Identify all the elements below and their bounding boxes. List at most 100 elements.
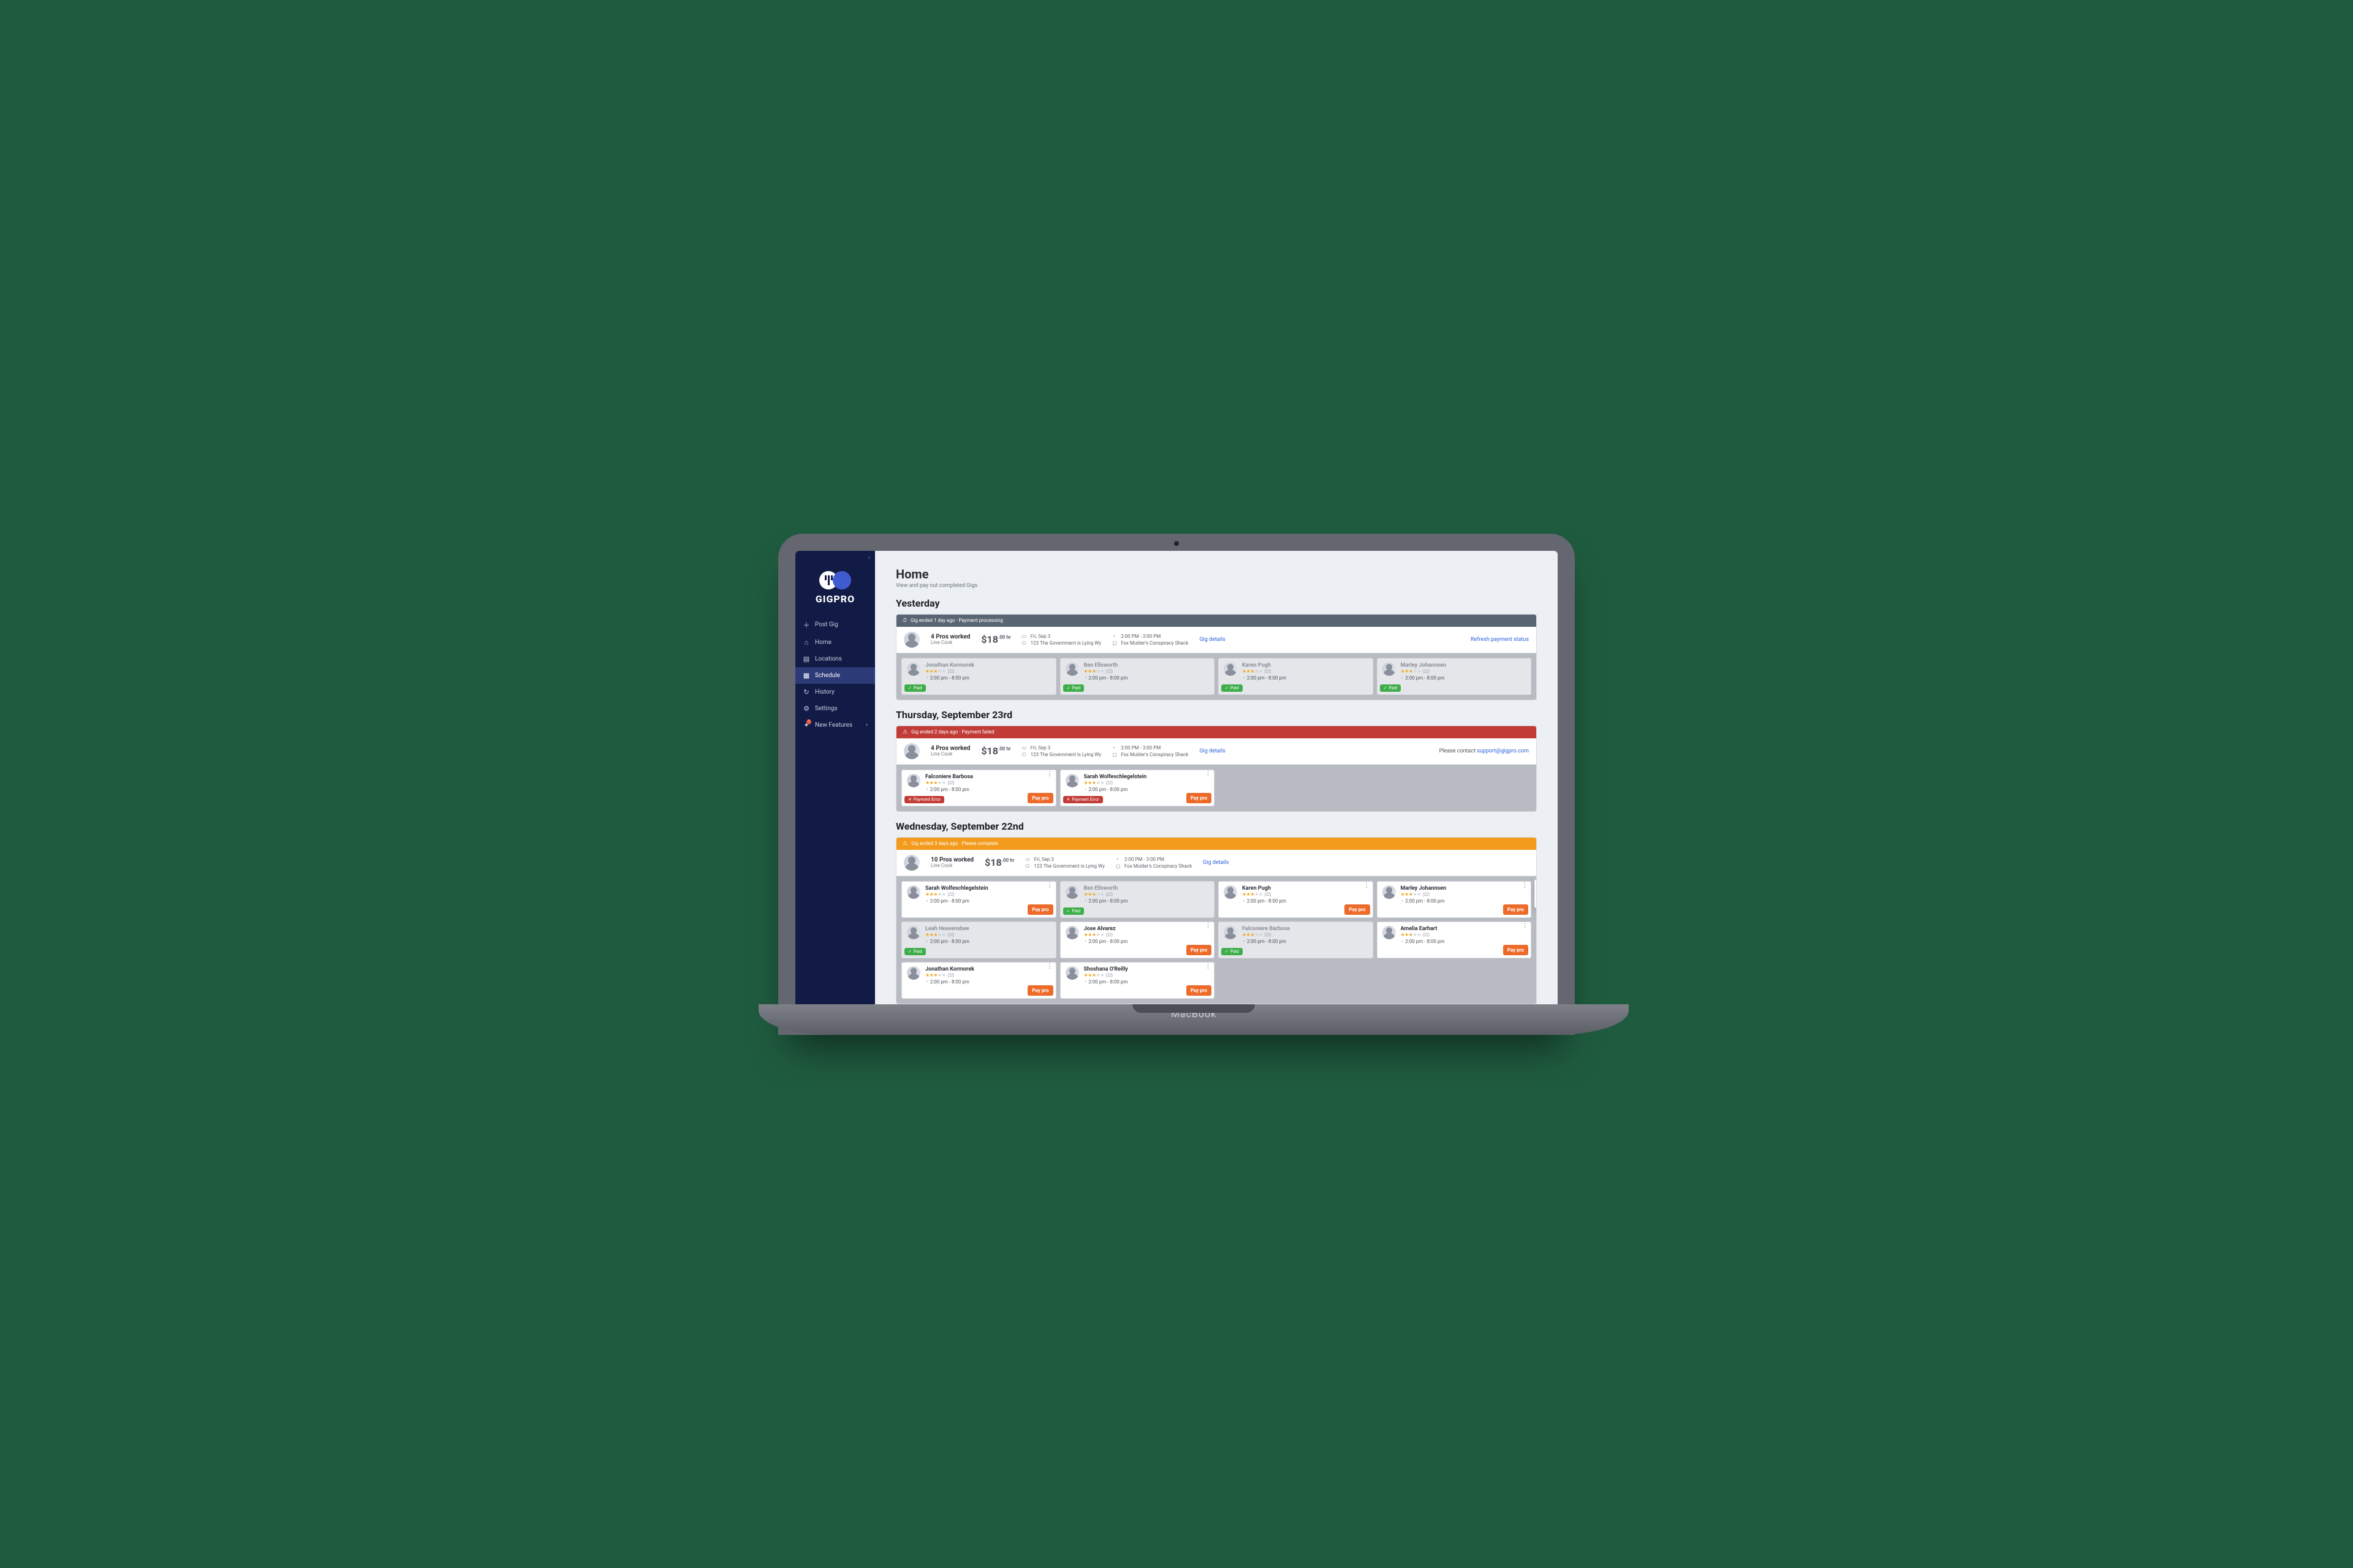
avatar	[1066, 926, 1079, 939]
rating-count: (22)	[1423, 933, 1430, 937]
rating-count: (22)	[947, 781, 954, 786]
payment-error-badge: ✕Payment Error	[904, 796, 944, 803]
nav-label: Post Gig	[815, 621, 838, 628]
avatar	[1066, 966, 1079, 980]
gig-details-link[interactable]: Gig details	[1199, 637, 1225, 643]
pro-card: Marley Johannsen ★★★★★(22) ◔2:00 pm - 8:…	[1377, 881, 1532, 918]
refresh-payment-link[interactable]: Refresh payment status	[1471, 637, 1529, 643]
banner-icon: ⏱	[903, 618, 907, 624]
rating-count: (22)	[1106, 892, 1113, 897]
kebab-menu-icon[interactable]: ⋮	[1521, 925, 1528, 927]
rating-count: (22)	[1264, 892, 1271, 897]
page-title: Home	[896, 567, 1537, 581]
pro-time: ◔2:00 pm - 8:00 pm	[1084, 787, 1211, 792]
pay-pro-button[interactable]: Pay pro	[1186, 793, 1211, 803]
star-rating: ★★★★★(22)	[1084, 932, 1211, 937]
sidebar-collapse[interactable]: ‹	[863, 551, 875, 565]
laptop-base: MacBook	[759, 1004, 1629, 1035]
pro-action-popover: Pro Called out / No show Adjust hours wo…	[1534, 879, 1537, 908]
avatar	[907, 885, 920, 899]
sidebar-item-locations[interactable]: ▤ Locations	[795, 651, 875, 667]
store-icon: ▢	[1112, 752, 1118, 757]
screen: ‹ GIGPRO ＋ Post Gig ⌂ Home ▤ Locations ▦…	[795, 551, 1558, 1004]
kebab-menu-icon[interactable]: ⋮	[1363, 884, 1370, 887]
popover-no-show[interactable]: Pro Called out / No show	[1535, 880, 1537, 893]
gig-meta-left: ▭Fri, Sep 3 ⎔123 The Government is Lying…	[1022, 634, 1102, 646]
clock-icon: ◔	[1112, 745, 1118, 751]
kebab-menu-icon[interactable]: ⋮	[1047, 773, 1053, 775]
sidebar-item-home[interactable]: ⌂ Home	[795, 634, 875, 651]
star-rating: ★★★★★(22)	[1084, 668, 1211, 674]
gig-meta-left: ▭Fri, Sep 3 ⎔123 The Government is Lying…	[1025, 857, 1105, 869]
pin-icon: ⎔	[1022, 640, 1028, 646]
support-email-link[interactable]: support@gigpro.com	[1477, 748, 1529, 754]
pay-pro-button[interactable]: Pay pro	[1503, 945, 1528, 955]
pay-pro-button[interactable]: Pay pro	[1028, 904, 1053, 915]
logo-icons	[819, 571, 851, 589]
pay-pro-button[interactable]: Pay pro	[1344, 904, 1370, 915]
pro-name: Marley Johannsen	[1401, 885, 1528, 892]
nav-label: Settings	[815, 705, 838, 712]
pay-pro-button[interactable]: Pay pro	[1503, 904, 1528, 915]
sidebar-item-new-features[interactable]: ✦ New Features 1 ›	[795, 717, 875, 733]
pay-pro-button[interactable]: Pay pro	[1028, 793, 1053, 803]
pay-pro-button[interactable]: Pay pro	[1028, 985, 1053, 996]
sidebar-item-history[interactable]: ↻ History	[795, 684, 875, 700]
pay-pro-button[interactable]: Pay pro	[1186, 985, 1211, 996]
paid-badge: ✓Paid	[1221, 948, 1243, 955]
kebab-menu-icon[interactable]: ⋮	[1205, 925, 1211, 927]
gig-details-link[interactable]: Gig details	[1199, 748, 1225, 754]
store-icon: ▢	[1112, 640, 1118, 646]
pro-name: Ben Ellsworth	[1084, 662, 1211, 668]
avatar	[907, 926, 920, 939]
pro-time: ◔2:00 pm - 8:00 pm	[925, 787, 1052, 792]
gig-details-link[interactable]: Gig details	[1203, 860, 1229, 866]
sidebar-item-post-gig[interactable]: ＋ Post Gig	[795, 616, 875, 634]
sidebar-item-settings[interactable]: ⚙ Settings	[795, 700, 875, 717]
sidebar-item-schedule[interactable]: ▦ Schedule	[795, 667, 875, 684]
pro-time: ◔2:00 pm - 8:00 pm	[1084, 979, 1211, 985]
star-rating: ★★★★★(22)	[1084, 972, 1211, 978]
pay-pro-button[interactable]: Pay pro	[1186, 945, 1211, 955]
pro-name: Jonathan Kormorek	[925, 966, 1052, 972]
paid-badge: ✓Paid	[904, 684, 926, 692]
rating-count: (22)	[1423, 669, 1430, 674]
gig-date: Fri, Sep 3	[1031, 634, 1051, 639]
popover-adjust-hours[interactable]: Adjust hours worked	[1535, 893, 1537, 907]
rating-count: (22)	[1106, 781, 1113, 786]
banner-icon: ⚠	[903, 841, 907, 847]
star-rating: ★★★★★(22)	[1401, 668, 1528, 674]
clock-icon: ◔	[925, 979, 928, 985]
nav-badge: 1	[806, 719, 811, 724]
gig-date: Fri, Sep 3	[1034, 857, 1054, 862]
pro-name: Karen Pugh	[1242, 885, 1369, 892]
rating-count: (22)	[1106, 933, 1113, 937]
banner-icon: ⚠	[903, 729, 907, 735]
avatar	[1066, 885, 1079, 899]
kebab-menu-icon[interactable]: ⋮	[1521, 884, 1528, 887]
rating-count: (22)	[1106, 669, 1113, 674]
pros-worked: 4 Pros workedLine Cook	[931, 745, 970, 757]
gig-date: Fri, Sep 3	[1031, 745, 1051, 751]
nav-icon: ⌂	[803, 638, 810, 646]
kebab-menu-icon[interactable]: ⋮	[1205, 773, 1211, 775]
kebab-menu-icon[interactable]: ⋮	[1047, 965, 1053, 968]
pro-card: Amelia Earhart ★★★★★(22) ◔2:00 pm - 8:00…	[1377, 922, 1532, 958]
star-rating: ★★★★★(22)	[925, 932, 1052, 937]
paid-badge: ✓Paid	[1221, 684, 1243, 692]
clock-icon: ◔	[1084, 898, 1087, 904]
kebab-menu-icon[interactable]: ⋮	[1047, 884, 1053, 887]
brand-text: GIGPRO	[816, 593, 855, 605]
main-content: Home View and pay out completed Gigs Yes…	[875, 551, 1558, 1004]
pro-time: ◔2:00 pm - 8:00 pm	[1242, 675, 1369, 681]
pro-card: Falconiere Barbosa ★★★★★(22) ◔2:00 pm - …	[1218, 922, 1373, 958]
check-icon: ✓	[1384, 686, 1387, 691]
pro-name: Jonathan Kormorek	[925, 662, 1052, 668]
kebab-menu-icon[interactable]: ⋮	[1205, 965, 1211, 968]
nav-icon: ⚙	[803, 705, 810, 713]
star-rating: ★★★★★(22)	[925, 780, 1052, 786]
pin-icon: ⎔	[1022, 752, 1028, 757]
pro-time: ◔2:00 pm - 8:00 pm	[1242, 939, 1369, 944]
clock-icon: ◔	[925, 939, 928, 944]
page-subtitle: View and pay out completed Gigs	[896, 583, 1537, 589]
